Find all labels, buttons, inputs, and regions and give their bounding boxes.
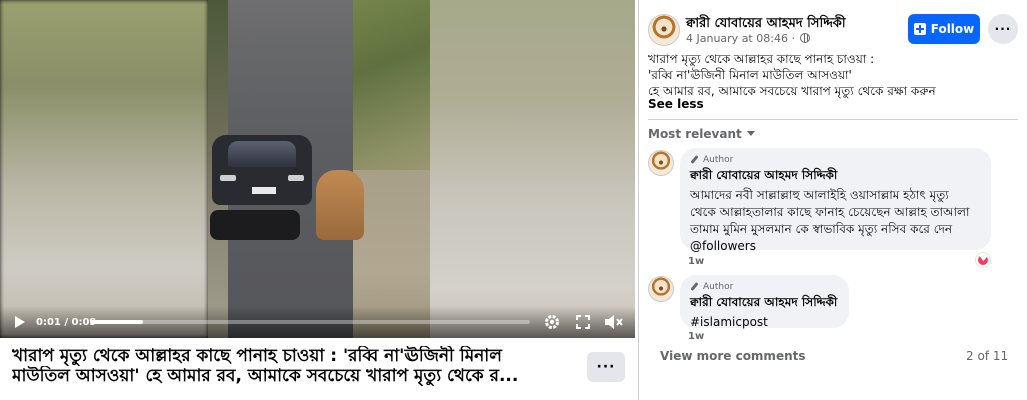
avatar[interactable] [648, 14, 680, 46]
pen-icon [690, 282, 699, 291]
comment-bubble: Author ক্বারী যোবায়ের আহমদ সিদ্দিকী #is… [680, 275, 849, 331]
follow-icon [913, 23, 926, 35]
comment-sort-dropdown[interactable]: Most relevant [648, 127, 755, 141]
post-date[interactable]: 4 January at 08:46 [686, 32, 788, 45]
author-badge-label: Author [703, 154, 734, 165]
comment-text-line: তামাম মুমিন মুসলমান কে স্বাভাবিক মৃত্যু … [690, 222, 953, 236]
gear-icon[interactable] [542, 312, 562, 332]
post-text-line: 'রব্বি না'ঊজিনী মিনাল মাউতিল আসওয়া' [648, 68, 852, 82]
view-more-comments-link[interactable]: View more comments [660, 349, 806, 363]
author-badge: Author [690, 154, 981, 165]
video-controls: 0:01 / 0:09 [0, 306, 635, 338]
post-menu-button[interactable]: ··· [988, 14, 1018, 44]
car [212, 135, 312, 205]
heart-reaction-icon[interactable] [976, 253, 990, 267]
caption-line: মাউতিল আসওয়া' হে আমার রব, আমাকে সবচেয়ে… [12, 366, 519, 386]
comment-text-line: থেকে আল্লাহতালার কাছে ফানাহ চেয়েছেন আল্… [690, 205, 970, 219]
comment-author-name[interactable]: ক্বারী যোবায়ের আহমদ সিদ্দিকী [690, 294, 839, 314]
motorbike [210, 210, 300, 240]
comment-sort-label: Most relevant [648, 127, 742, 141]
tiger [316, 170, 364, 240]
follow-button[interactable]: Follow [908, 14, 980, 44]
comment-age[interactable]: 1w [688, 256, 704, 267]
post-text-line: খারাপ মৃত্যু থেকে আল্লাহর কাছে পানাহ চাও… [648, 52, 875, 66]
comment-avatar[interactable] [648, 150, 674, 176]
meta-separator: · [791, 32, 795, 45]
see-less-link[interactable]: See less [648, 97, 704, 111]
play-icon[interactable] [12, 312, 28, 332]
video-caption: খারাপ মৃত্যু থেকে আল্লাহর কাছে পানাহ চাও… [12, 346, 572, 386]
comment-bubble: Author ক্বারী যোবায়ের আহমদ সিদ্দিকী আমা… [680, 148, 991, 253]
comment-avatar[interactable] [648, 276, 674, 302]
divider [648, 119, 1018, 120]
pen-icon [690, 155, 699, 164]
video-blur-right [430, 0, 635, 338]
volume-muted-icon[interactable] [603, 312, 625, 332]
post-text: খারাপ মৃত্যু থেকে আল্লাহর কাছে পানাহ চাও… [648, 51, 1018, 99]
video-frame [208, 0, 430, 338]
post-meta: 4 January at 08:46 · [686, 32, 811, 45]
fullscreen-icon[interactable] [574, 312, 592, 332]
video-progress-fill [90, 320, 143, 324]
video-progress-bar[interactable] [90, 320, 530, 324]
video-player[interactable]: 0:01 / 0:09 [0, 0, 635, 338]
panel-divider [638, 0, 639, 400]
comment-hashtag[interactable]: #islamicpost [690, 314, 839, 331]
comment-mention[interactable]: @followers [690, 238, 981, 255]
comment-text-line: আমাদের নবী সাল্লাল্লাহু আলাইহি ওয়াসাল্ল… [690, 188, 949, 202]
author-badge-label: Author [703, 281, 734, 292]
post-viewer: 0:01 / 0:09 খারাপ মৃত্যু থেকে আল্লাহর কা… [0, 0, 1027, 400]
comment-age[interactable]: 1w [688, 331, 704, 342]
follow-label: Follow [930, 22, 975, 36]
caption-line: খারাপ মৃত্যু থেকে আল্লাহর কাছে পানাহ চাও… [12, 346, 502, 366]
globe-icon [800, 33, 811, 43]
comment-author-name[interactable]: ক্বারী যোবায়ের আহমদ সিদ্দিকী [690, 167, 981, 187]
video-time: 0:01 / 0:09 [36, 316, 97, 328]
video-blur-left [0, 0, 208, 338]
comment-pager: 2 of 11 [966, 349, 1009, 363]
caret-down-icon [746, 131, 755, 136]
more-options-button[interactable]: ··· [587, 352, 625, 382]
author-badge: Author [690, 281, 839, 292]
